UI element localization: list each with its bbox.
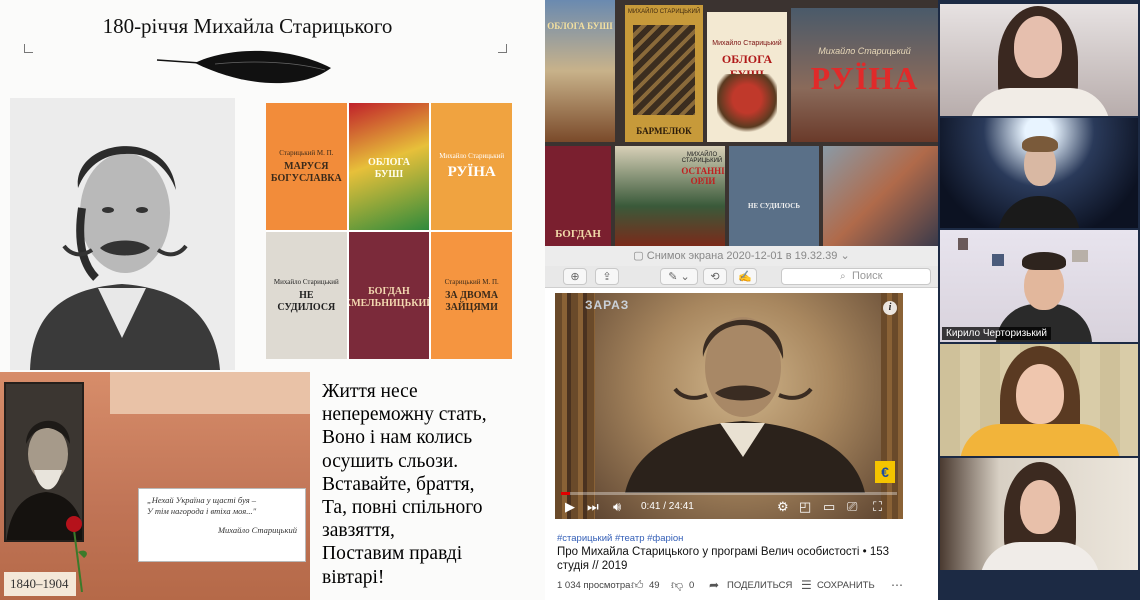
- like-icon[interactable]: 👍︎: [631, 578, 644, 593]
- video-meta-row: 1 034 просмотра 👍︎ 49 👎︎ 0 ➦ ПОДЕЛИТЬСЯ …: [557, 578, 937, 594]
- poem-line: непереможну стать,: [322, 404, 487, 426]
- preview-window-titlebar: ▢ Снимок экрана 2020-12-01 в 19.32.39 ⌄: [545, 246, 938, 266]
- book-cover: МИХАЙЛО СТАРИЦЬКИЙ БАРМЕЛЮК: [625, 5, 703, 142]
- book-cover: ОБЛОГА БУШІ: [545, 0, 615, 142]
- search-field[interactable]: ⌕ Поиск: [781, 268, 931, 285]
- markup-pen-icon[interactable]: ✎ ⌄: [660, 268, 698, 285]
- annotate-icon[interactable]: ✍: [733, 268, 757, 285]
- info-icon[interactable]: i: [883, 301, 897, 315]
- channel-watermark: ЗАРАЗ: [585, 298, 630, 312]
- crop-mark: [498, 44, 507, 53]
- book-cover: ОБЛОГА БУШІ: [348, 103, 430, 230]
- share-arrow-icon[interactable]: ➦: [709, 578, 719, 592]
- participant-video-tile[interactable]: [940, 4, 1138, 116]
- book-cover: [823, 146, 938, 246]
- zoom-icon[interactable]: ⊕: [563, 268, 587, 285]
- view-count: 1 034 просмотра: [557, 580, 631, 591]
- book-cover: НЕ СУДИЛОСЬ: [729, 146, 819, 246]
- quote-plaque: „Нехай Україна у щасті буя – У тім нагор…: [138, 488, 306, 562]
- video-progress-fill: [561, 492, 571, 495]
- poem-line: Життя несе: [322, 381, 418, 402]
- book-cover: Михайло Старицький РУЇНА: [431, 103, 512, 230]
- slide-title: 180-річчя Михайла Старицького: [102, 14, 393, 38]
- fullscreen-icon[interactable]: ⛶: [873, 499, 882, 515]
- chevron-down-icon[interactable]: ⌄: [837, 250, 849, 262]
- quill-pen-icon: [156, 50, 331, 84]
- next-icon[interactable]: ⏭: [587, 499, 599, 515]
- search-icon: ⌕: [840, 271, 846, 282]
- poem-line: Воно і нам колись: [322, 427, 473, 449]
- shared-screen: ОБЛОГА БУШІ МИХАЙЛО СТАРИЦЬКИЙ БАРМЕЛЮК …: [545, 0, 938, 600]
- share-button[interactable]: ПОДЕЛИТЬСЯ: [727, 580, 792, 591]
- zoom-meeting-window: 180-річчя Михайла Старицького Старицький…: [0, 0, 1140, 600]
- years-plate: 1840–1904: [4, 572, 76, 596]
- book-cover: Михайло Старицький РУЇНА: [791, 8, 938, 142]
- portrait-engraving: [10, 98, 235, 370]
- poem-line: вівтарі!: [322, 566, 385, 588]
- book-cover: МИХАЙЛО СТАРИЦЬКИЙ ОСТАННІ ОРЛИ: [615, 146, 725, 246]
- dislike-count: 0: [689, 580, 695, 591]
- book-covers-image: ОБЛОГА БУШІ МИХАЙЛО СТАРИЦЬКИЙ БАРМЕЛЮК …: [545, 0, 938, 246]
- museum-photo: [0, 372, 310, 600]
- poem-line: Вставайте, браття,: [322, 473, 475, 495]
- book-cover: Старицький М. П. МАРУСЯ БОГУСЛАВКА: [266, 103, 347, 230]
- participant-name: Кирило Черторизький: [942, 327, 1051, 340]
- rotate-icon[interactable]: ⟲: [703, 268, 727, 285]
- poem-line: Та, повні спільного: [322, 497, 483, 519]
- video-title: Про Михайла Старицького у програмі Велич…: [557, 546, 890, 572]
- cast-icon[interactable]: ⎚: [847, 499, 857, 515]
- wall: [110, 372, 310, 414]
- poem-text: Життя несе непереможну стать, Воно і нам…: [322, 380, 540, 589]
- participant-video-tile-active-speaker[interactable]: Кирило Черторизький: [940, 230, 1138, 342]
- poem-line: осушить сльози.: [322, 450, 459, 472]
- more-options-icon[interactable]: ⋯: [891, 578, 903, 592]
- video-progress-bar[interactable]: [561, 492, 897, 495]
- miniplayer-icon[interactable]: ◰: [799, 499, 811, 515]
- preview-window-title: Снимок экрана 2020-12-01 в 19.32.39: [646, 250, 838, 262]
- participants-panel: Кирило Черторизький: [938, 0, 1140, 600]
- search-placeholder: Поиск: [852, 270, 883, 282]
- video-controls: ▶ ⏭ 🔊︎ 0:41 / 24:41 ⚙ ◰ ▭ ⎚ ⛶: [555, 496, 903, 519]
- participant-video-tile[interactable]: [940, 118, 1138, 228]
- presentation-slide: 180-річчя Михайла Старицького Старицький…: [0, 0, 545, 600]
- book-cover: Михайло Старицький НЕ СУДИЛОСЯ: [266, 232, 347, 359]
- settings-gear-icon[interactable]: ⚙: [777, 499, 789, 515]
- book-cover: Михайло Старицький ОБЛОГА БУШІ: [707, 12, 787, 142]
- like-count: 49: [649, 580, 660, 591]
- broadcaster-logo-icon: €: [875, 461, 895, 483]
- video-time: 0:41 / 24:41: [641, 501, 694, 512]
- document-icon: ▢: [633, 250, 647, 262]
- poem-line: завзяття,: [322, 520, 395, 542]
- video-player[interactable]: ЗАРАЗ i € ▶ ⏭ 🔊︎ 0:41 / 24:41 ⚙ ◰ ▭ ⎚ ⛶: [555, 293, 903, 519]
- preview-toolbar: ⊕ ⇪ ✎ ⌄ ⟲ ✍ ⌕ Поиск: [545, 266, 938, 288]
- book-covers-collage: Старицький М. П. МАРУСЯ БОГУСЛАВКА ОБЛОГ…: [266, 103, 512, 359]
- theater-mode-icon[interactable]: ▭: [823, 499, 835, 515]
- video-frame-portrait: [625, 317, 865, 493]
- save-playlist-icon[interactable]: ☰: [801, 578, 812, 592]
- save-button[interactable]: СОХРАНИТЬ: [817, 580, 875, 591]
- volume-icon[interactable]: 🔊︎: [613, 499, 621, 515]
- play-icon[interactable]: ▶: [565, 499, 575, 515]
- book-cover: БОГДАН: [545, 146, 611, 246]
- participant-video-tile[interactable]: [940, 344, 1138, 456]
- share-icon[interactable]: ⇪: [595, 268, 619, 285]
- book-cover: БОГДАН ХМЕЛЬНИЦЬКИЙ: [348, 232, 430, 359]
- video-hashtags[interactable]: #старицький #театр #фаріон: [557, 533, 683, 544]
- crop-mark: [24, 44, 33, 53]
- participant-video-tile[interactable]: [940, 458, 1138, 570]
- dislike-icon[interactable]: 👎︎: [671, 578, 683, 593]
- book-cover: Старицький М. П. ЗА ДВОМА ЗАЙЦЯМИ: [431, 232, 512, 359]
- poem-line: Поставим правді: [322, 543, 463, 565]
